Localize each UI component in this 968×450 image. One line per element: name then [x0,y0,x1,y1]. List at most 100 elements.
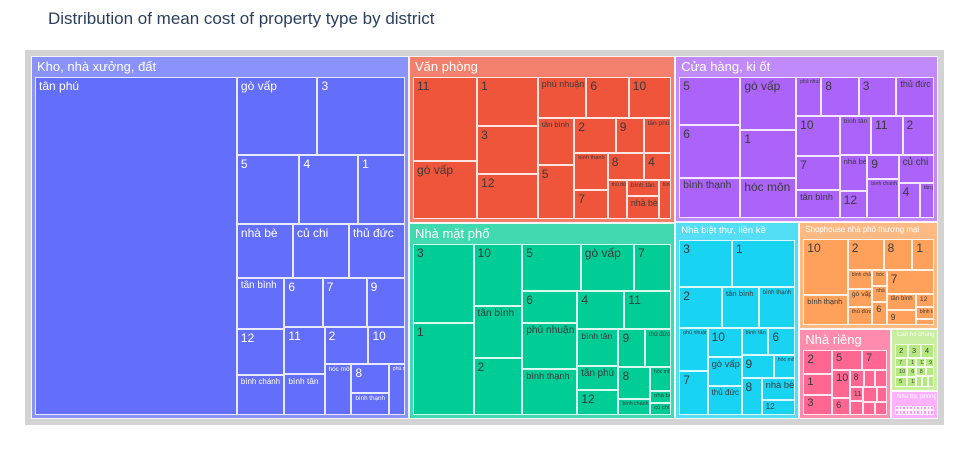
treemap-cell-ph-nhu-n[interactable]: phú nhuận [796,77,822,117]
treemap-cell-5[interactable]: 5 [832,350,863,370]
treemap-cell-g-v-p[interactable]: gò vấp [740,77,797,130]
treemap-cell-b-nh-th-nh[interactable]: bình thạnh [351,393,389,415]
treemap-cell-7[interactable]: 7 [895,357,908,368]
treemap-cell-11[interactable]: 11 [916,357,926,368]
treemap-cell-g-v-p[interactable]: gò vấp [580,243,634,292]
treemap-cell-g-v-p[interactable]: gò vấp [707,356,742,386]
treemap-cell-blank[interactable] [863,401,876,415]
treemap-cell-1[interactable]: 1 [732,240,796,288]
treemap-cell-6[interactable]: 6 [586,77,629,118]
treemap-cell-blank[interactable] [849,400,864,415]
treemap-cell-nh-b[interactable]: nhà bè [626,195,659,219]
treemap-group-3[interactable]: Cửa hàng, ki ốt 5 6 bình thạnh gò vấp 1 hóc mô… [675,56,938,222]
treemap-cell-b-nh-ch-nh[interactable]: bình chánh [236,374,285,415]
treemap-cell-3[interactable]: 3 [477,125,538,175]
treemap-cell-5[interactable]: 5 [236,154,300,225]
treemap-cell-h-c-m-n[interactable]: hóc môn [650,367,672,392]
treemap-cell-8[interactable]: 8 [607,153,645,181]
treemap-cell-t-n-ph[interactable]: tân phú [919,183,934,218]
treemap-cell-8[interactable]: 8 [618,367,651,400]
treemap-cell-7[interactable]: 7 [322,277,367,328]
treemap-cell-th-c[interactable]: thủ đức [644,328,672,368]
treemap-cell-h-c-m-n[interactable]: hóc môn [773,355,796,379]
treemap-cell-ph-nhu-n[interactable]: phú nhuận [388,364,405,415]
treemap-cell-h-c-m-n[interactable]: hóc môn [324,364,352,415]
treemap-cell-th-c[interactable]: thủ đức [607,180,627,219]
treemap-cell-2[interactable]: 2 [473,357,523,415]
treemap-cell-b-nh-t-n[interactable]: bình tân [839,116,872,156]
treemap-cell-h-c-m-n[interactable]: hóc môn [740,178,797,218]
treemap-cell-9[interactable]: 9 [867,155,899,179]
treemap-cell-1[interactable]: 1 [413,323,474,415]
treemap-cell-5[interactable]: 5 [537,164,575,219]
treemap-group-8[interactable]: Nhà trọ, phòng trọ [891,391,938,419]
treemap-cell-12[interactable]: 12 [907,377,916,387]
treemap-cell-9[interactable]: 9 [618,328,645,368]
treemap-cell-6[interactable]: 6 [284,277,323,328]
treemap-cell-12[interactable]: 12 [915,294,934,307]
treemap-cell-b-nh-th-nh[interactable]: bình thạnh [522,369,578,415]
treemap-group-5[interactable]: Shophouse nhà phố thương mại 10 bình thạnh… [799,221,938,330]
treemap-cell-10[interactable]: 10 [895,367,908,378]
treemap-cell-g-v-p[interactable]: gò vấp [847,288,873,307]
treemap-cell-1[interactable]: 1 [803,374,833,395]
treemap-cell-10[interactable]: 10 [707,327,742,357]
treemap-cell-10[interactable]: 10 [473,243,523,307]
treemap-cell-b-nh-th-nh[interactable]: bình thạnh [758,287,796,328]
treemap-cell-12[interactable]: 12 [236,329,285,375]
treemap-cell-7[interactable]: 7 [574,189,608,219]
treemap-cell-b-nh-t-n[interactable]: bình tân [626,180,659,196]
treemap-cell-th-c[interactable]: thủ đức [896,77,934,117]
treemap-cell-11[interactable]: 11 [624,291,672,329]
treemap-cell-7[interactable]: 7 [886,270,934,295]
treemap-group-7[interactable]: Căn hộ chung cư234710511196128 [891,329,938,391]
treemap-cell-11[interactable]: 11 [849,386,864,401]
treemap-cell-b-nh-ch-nh[interactable]: bình chánh [658,180,672,219]
treemap-cell-nh-b[interactable]: nhà bè [839,155,868,191]
treemap-cell-blank[interactable] [915,319,934,326]
treemap-cell-ph-nhu-n[interactable]: phú nhuận [679,327,708,372]
treemap-cell-10[interactable]: 10 [628,77,672,118]
treemap-cell-t-n-ph[interactable]: tân phú [643,117,672,154]
treemap-cell-nh-b[interactable]: nhà bè [236,224,293,278]
treemap-cell-t-n-b-nh[interactable]: tân bình [722,287,759,328]
treemap-cell-nh-b[interactable]: nhà bè [650,391,672,404]
treemap-cell-blank[interactable] [863,386,877,402]
treemap-cell-2[interactable]: 2 [679,287,722,328]
treemap-cell-4[interactable]: 4 [644,153,672,181]
treemap-cell-blank[interactable] [927,375,934,387]
treemap-cell-1[interactable]: 1 [358,154,405,225]
treemap-cell-8[interactable]: 8 [883,238,913,271]
treemap-cell-12[interactable]: 12 [477,174,538,219]
treemap-cell-2[interactable]: 2 [847,238,884,271]
treemap-cell-blank[interactable] [863,369,876,387]
treemap-cell-t-n-ph[interactable]: tân phú [577,365,619,391]
treemap-cell-blank[interactable] [925,367,934,376]
treemap-cell-blank[interactable] [875,369,888,387]
treemap-cell-9[interactable]: 9 [925,357,934,368]
treemap-group-4[interactable]: Nhà biệt thự, liền kề 3 1 2 tân bình bình thạ… [675,221,800,419]
treemap-cell-6[interactable]: 6 [872,301,887,326]
treemap-cell-12[interactable]: 12 [761,400,796,415]
treemap-cell-b-nh-t-n[interactable]: bình tân [284,374,325,415]
treemap-cell-b-nh-th-nh[interactable]: bình thạnh [574,153,608,190]
treemap-cell-7[interactable]: 7 [634,243,672,292]
treemap-cell-9[interactable]: 9 [615,117,644,154]
treemap-cell-nh-b[interactable]: nhà bè [761,378,796,401]
treemap-cell-2[interactable]: 2 [902,116,934,156]
treemap-cell-c-chi[interactable]: củ chi [650,403,672,415]
treemap-cell-th-c[interactable]: thủ đức [847,306,873,326]
treemap-cell-b-nh-t-n[interactable]: bình tân [577,328,619,366]
treemap-cell-6[interactable]: 6 [832,398,850,415]
treemap-cell-4[interactable]: 4 [577,291,625,329]
treemap-cell-10[interactable]: 10 [832,369,850,399]
treemap-cell-8[interactable]: 8 [351,364,389,394]
treemap-cell-t-n-ph[interactable]: tân phú [35,77,237,415]
treemap-cell-12[interactable]: 12 [577,390,619,415]
treemap-cell-ph-nhu-n[interactable]: phú nhuận [522,323,578,370]
treemap-cell-2[interactable]: 2 [574,117,616,154]
treemap-cell-9[interactable]: 9 [886,309,916,326]
treemap-cell-t-n-b-nh[interactable]: tân bình [236,277,285,330]
treemap-cell-6[interactable]: 6 [907,367,916,378]
treemap-cell-1[interactable]: 1 [907,357,917,368]
